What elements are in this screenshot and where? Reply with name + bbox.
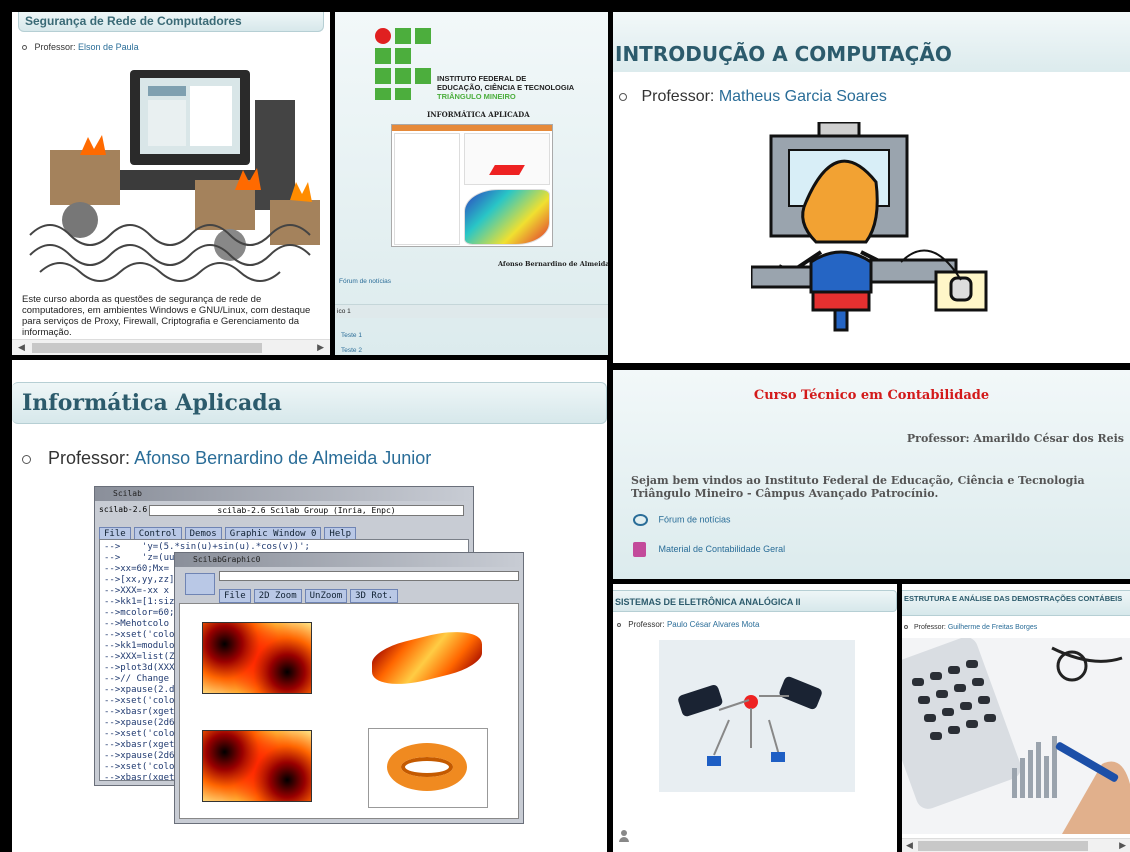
course-title-contabilidade[interactable]: Curso Técnico em Contabilidade (613, 388, 1130, 403)
panel-contabilidade: Curso Técnico em Contabilidade Professor… (613, 370, 1130, 579)
professor-label: Professor: (48, 448, 131, 468)
panel-intro-computacao: INTRODUÇÃO A COMPUTAÇÃO Professor: Mathe… (613, 12, 1130, 363)
scilab-header: scilab-2.6 Scilab Group (Inria, Enpc) (149, 505, 464, 516)
bullet-icon (22, 454, 31, 464)
course-title-eletronica[interactable]: SISTEMAS DE ELETRÔNICA ANALÓGICA II (613, 590, 897, 612)
professor-line: Professor: Matheus Garcia Soares (619, 88, 887, 106)
scroll-right-icon[interactable]: ▶ (317, 342, 324, 353)
forum-icon (633, 514, 648, 526)
menu-2d-zoom[interactable]: 2D Zoom (253, 589, 302, 603)
professor-name-link[interactable]: Afonso Bernardino de Almeida Junior (134, 448, 431, 468)
menu-3d-rot[interactable]: 3D Rot. (350, 589, 399, 603)
menu-file[interactable]: File (219, 589, 251, 603)
panel-eletronica: SISTEMAS DE ELETRÔNICA ANALÓGICA II Prof… (613, 584, 897, 852)
bullet-icon (619, 92, 627, 101)
forum-item[interactable]: Fórum de notícias (633, 514, 731, 526)
institute-name: INSTITUTO FEDERAL DE EDUCAÇÃO, CIÊNCIA E… (437, 74, 574, 101)
welcome-text: Sejam bem vindos ao Instituto Federal de… (631, 474, 1085, 500)
professor-name-link[interactable]: Elson de Paula (78, 42, 139, 52)
graphic-window-titlebar[interactable]: ScilabGraphic0 (175, 553, 523, 567)
scilab-thumbnail (391, 124, 553, 247)
test-2-link[interactable]: Teste 2 (341, 347, 362, 354)
user-icon (619, 830, 629, 842)
panel-informatica-page: INSTITUTO FEDERAL DE EDUCAÇÃO, CIÊNCIA E… (335, 12, 608, 355)
course-title-network-security[interactable]: Segurança de Rede de Computadores (18, 12, 324, 32)
forum-link[interactable]: Fórum de notícias (339, 278, 391, 285)
scroll-left-icon[interactable]: ◀ (18, 342, 25, 353)
graphic-input[interactable] (219, 571, 519, 581)
graphic-canvas[interactable] (179, 603, 519, 819)
professor-name-link[interactable]: Paulo César Alvares Mota (667, 620, 760, 629)
calculator-chart-photo (902, 638, 1130, 834)
security-illustration (29, 70, 320, 282)
graphic-toolbar: File 2D Zoom UnZoom 3D Rot. (179, 571, 519, 603)
circuit-photo (659, 640, 855, 792)
computer-user-illustration (751, 122, 988, 332)
professor-line: Professor: Elson de Paula (22, 42, 139, 52)
torus-plot-bottom (368, 728, 488, 808)
graphic-placeholder-box (185, 573, 215, 595)
course-description: Este curso aborda as questões de seguran… (22, 294, 311, 338)
course-title-estrutura[interactable]: ESTRUTURA E ANÁLISE DAS DEMOSTRAÇÕES CON… (902, 590, 1130, 616)
professor-label: Professor: (641, 88, 715, 105)
institute-line-3: TRIÂNGULO MINEIRO (437, 92, 516, 101)
surface-plot-top (362, 620, 492, 696)
professor-name-link[interactable]: Matheus Garcia Soares (719, 88, 887, 105)
course-heading: INFORMÁTICA APLICADA (427, 110, 530, 119)
scilab-graphic-window[interactable]: ScilabGraphic0 File 2D Zoom UnZoom 3D Rot. (174, 552, 524, 824)
horizontal-scrollbar[interactable]: ◀ ▶ (12, 339, 330, 355)
institute-line-1: INSTITUTO FEDERAL DE (437, 74, 527, 83)
topic-header: ico 1 (335, 304, 608, 318)
panel-estrutura-contabeis: ESTRUTURA E ANÁLISE DAS DEMOSTRAÇÕES CON… (902, 584, 1130, 852)
institute-line-2: EDUCAÇÃO, CIÊNCIA E TECNOLOGIA (437, 83, 575, 92)
author-name: Afonso Bernardino de Almeida Ju (498, 260, 608, 268)
bullet-icon (617, 623, 621, 627)
panel-informatica-aplicada: Informática Aplicada Professor: Afonso B… (12, 360, 607, 852)
ifet-logo (375, 28, 431, 100)
professor-label: Professor: (628, 620, 665, 629)
horizontal-scrollbar[interactable]: ◀ ▶ (902, 838, 1130, 852)
forum-link[interactable]: Fórum de notícias (659, 514, 731, 524)
window-titlebar[interactable]: Scilab (95, 487, 473, 501)
scilab-header-row: scilab-2.6 scilab-2.6 Scilab Group (Inri… (99, 505, 469, 519)
material-link[interactable]: Material de Contabilidade Geral (659, 544, 786, 554)
document-icon (633, 542, 646, 557)
professor-label: Professor: (34, 42, 76, 52)
course-title-informatica[interactable]: Informática Aplicada (12, 382, 607, 424)
scroll-right-icon[interactable]: ▶ (1119, 840, 1126, 851)
scilab-version: scilab-2.6 (99, 505, 148, 514)
heatmap-plot-bottom (202, 730, 312, 802)
scroll-left-icon[interactable]: ◀ (906, 840, 913, 851)
scrollbar-thumb[interactable] (32, 343, 262, 353)
professor-line: Professor: Amarildo César dos Reis (906, 432, 1124, 445)
material-item[interactable]: Material de Contabilidade Geral (633, 542, 785, 557)
course-title-intro[interactable]: INTRODUÇÃO A COMPUTAÇÃO (615, 42, 952, 66)
menu-unzoom[interactable]: UnZoom (304, 589, 348, 603)
professor-name-link[interactable]: Guilherme de Freitas Borges (948, 624, 1037, 631)
bullet-icon (22, 45, 27, 50)
professor-line: Professor: Paulo César Alvares Mota (617, 620, 759, 629)
panel-network-security: Segurança de Rede de Computadores Profes… (12, 12, 330, 355)
scrollbar-thumb[interactable] (918, 841, 1088, 851)
professor-line: Professor: Afonso Bernardino de Almeida … (22, 448, 431, 469)
test-1-link[interactable]: Teste 1 (341, 332, 362, 339)
professor-label: Professor: (913, 624, 946, 631)
bullet-icon (904, 625, 908, 629)
heatmap-plot-top (202, 622, 312, 694)
professor-line: Professor: Guilherme de Freitas Borges (904, 624, 1037, 631)
